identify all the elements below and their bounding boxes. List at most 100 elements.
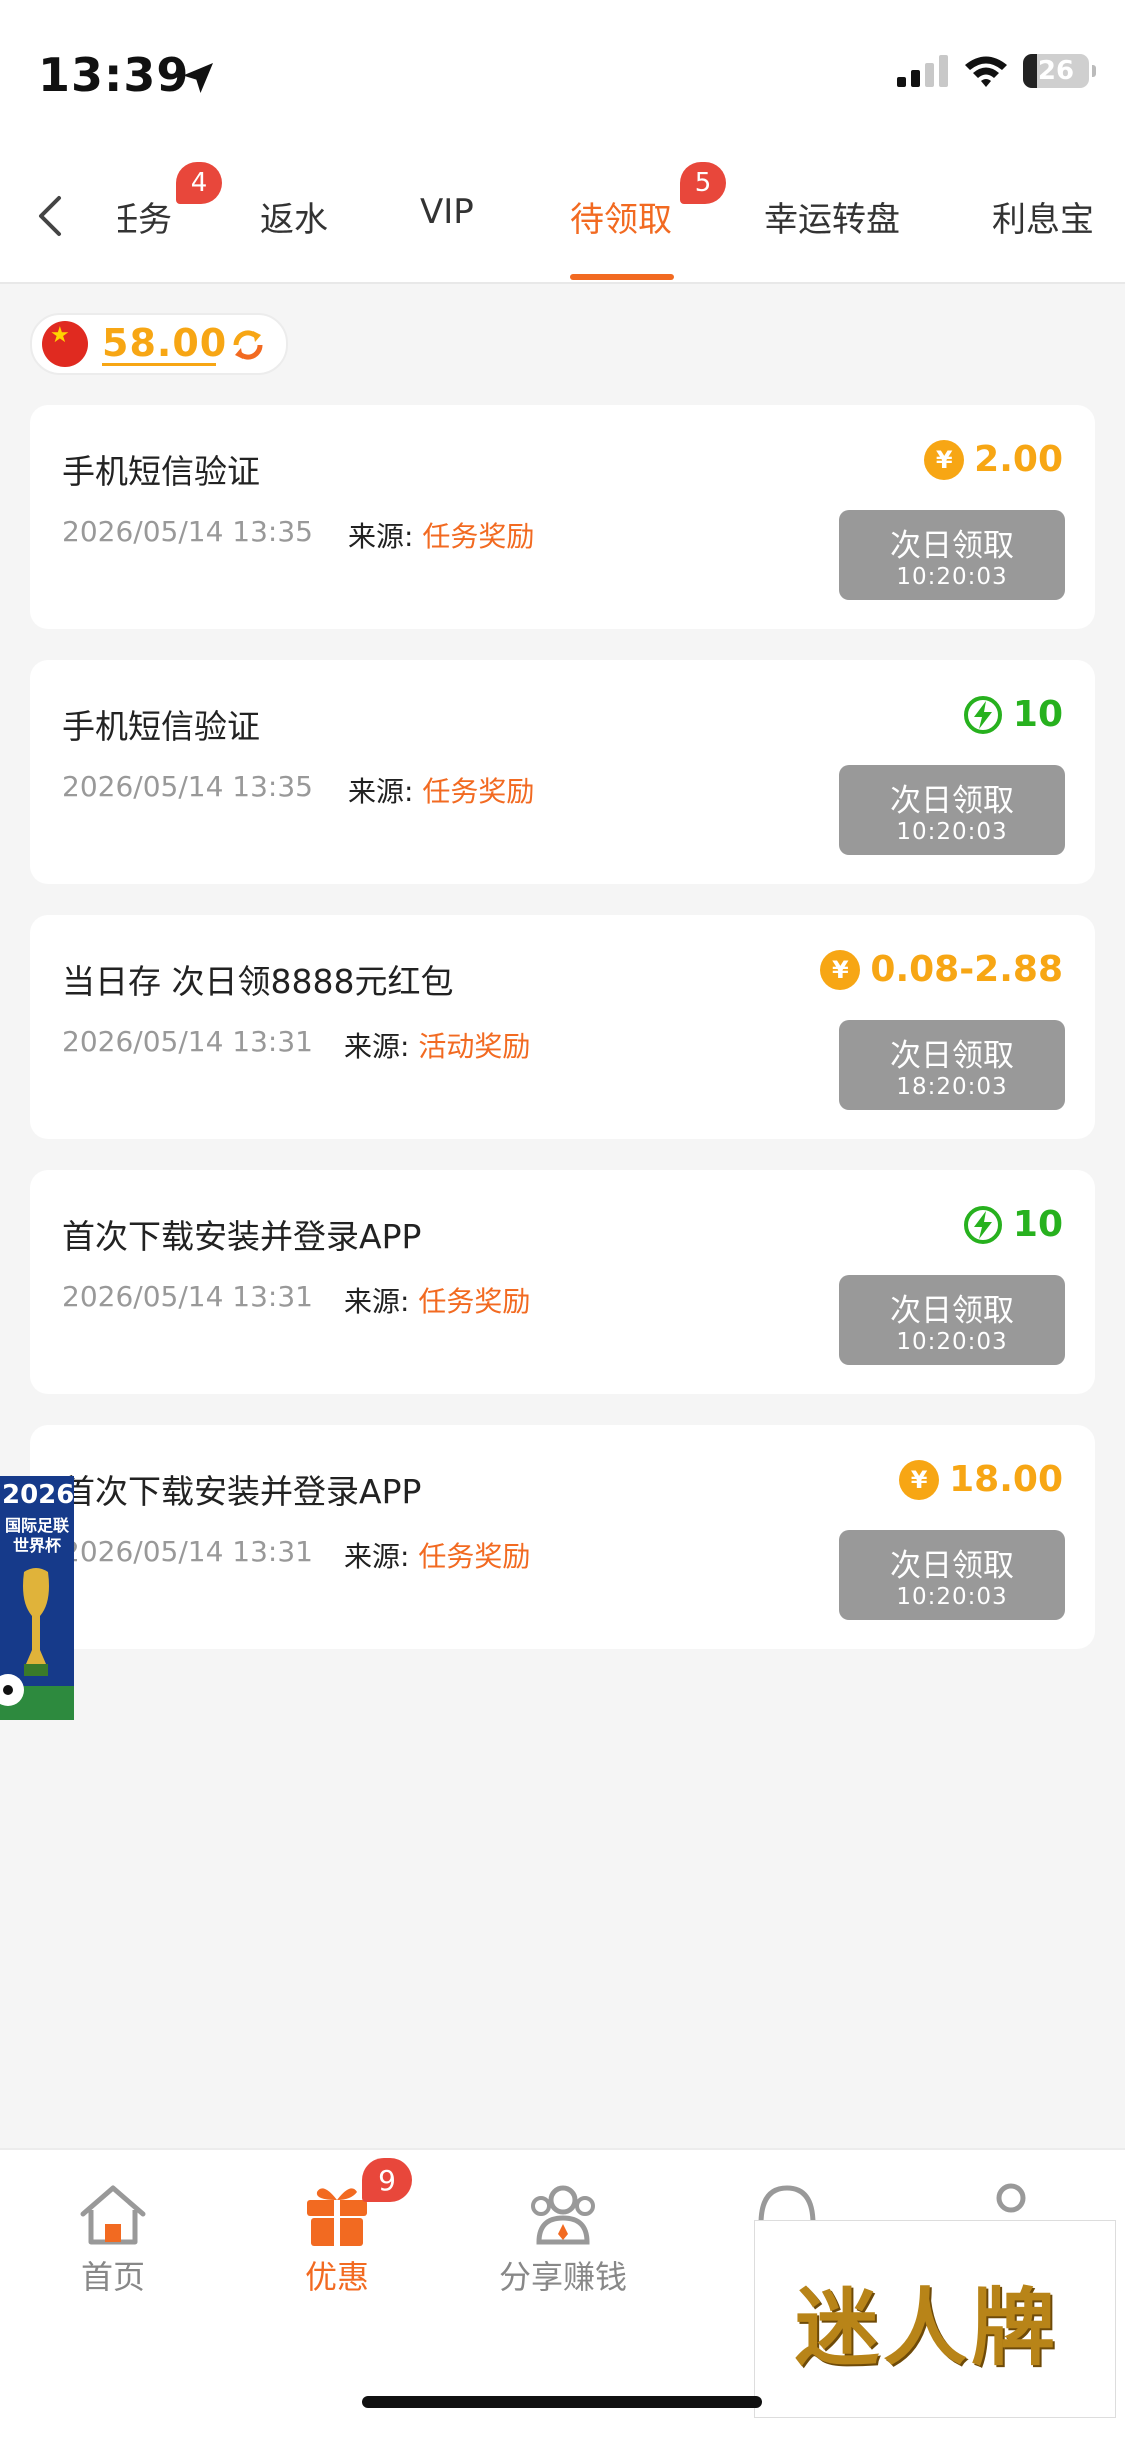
promo-year: 2026 (2, 1480, 74, 1510)
reward-amount: ¥ 0.08-2.88 (820, 949, 1063, 990)
reward-source: 来源: 活动奖励 (344, 1025, 530, 1065)
reward-title: 首次下载安装并登录APP (62, 1472, 422, 1511)
reward-value: 0.08-2.88 (870, 949, 1063, 990)
source-label: 来源: (344, 1540, 410, 1573)
world-cup-promo-banner[interactable]: 2026 国际足联世界杯 (0, 1476, 74, 1720)
reward-amount: 10 (963, 1204, 1063, 1245)
refresh-icon[interactable] (226, 323, 270, 367)
source-label: 来源: (344, 1285, 410, 1318)
source-label: 来源: (348, 520, 414, 553)
claim-label: 次日领取 (890, 1548, 1014, 1584)
reward-value: 10 (1012, 694, 1063, 735)
share-people-icon (531, 2185, 595, 2245)
claim-countdown: 10:20:03 (896, 819, 1008, 845)
nav-home-label: 首页 (80, 2258, 145, 2296)
balance-pill: ★ 58.00 (30, 313, 288, 375)
reward-title: 首次下载安装并登录APP (62, 1217, 422, 1256)
back-button[interactable] (20, 186, 80, 246)
reward-title: 手机短信验证 (62, 707, 260, 746)
source-value: 任务奖励 (418, 1285, 531, 1318)
tab-tasks-badge: 4 (176, 162, 222, 204)
balance-underline (102, 363, 216, 366)
tab-vip[interactable]: VIP (420, 192, 474, 232)
claim-next-day-button[interactable]: 次日领取 10:20:03 (839, 1530, 1065, 1620)
reward-date: 2026/05/14 13:35 (62, 515, 313, 548)
tab-rebate[interactable]: 返水 (260, 192, 328, 241)
reward-date: 2026/05/14 13:31 (62, 1025, 313, 1058)
pending-reward-card: 首次下载安装并登录APP 2026/05/14 13:31 来源: 任务奖励 1… (30, 1170, 1095, 1394)
chevron-left-icon (39, 196, 61, 236)
soccer-ball-icon (0, 1674, 24, 1706)
balance-amount: 58.00 (102, 321, 228, 365)
promo-subtitle: 国际足联世界杯 (4, 1516, 69, 1555)
ad-brand-text: 迷人牌 (795, 2278, 1060, 2377)
lightning-icon (963, 695, 1002, 734)
reward-value: 18.00 (949, 1459, 1063, 1500)
reward-date: 2026/05/14 13:31 (62, 1280, 313, 1313)
pending-reward-card: 手机短信验证 2026/05/14 13:35 来源: 任务奖励 ¥ 2.00 … (30, 405, 1095, 629)
tab-pending[interactable]: 待领取 (570, 192, 672, 241)
reward-source: 来源: 任务奖励 (348, 515, 534, 555)
claim-label: 次日领取 (890, 528, 1014, 564)
reward-title: 当日存 次日领8888元红包 (62, 962, 454, 1001)
trophy-icon (23, 1568, 49, 1676)
source-label: 来源: (348, 775, 414, 808)
reward-date: 2026/05/14 13:31 (62, 1535, 313, 1568)
nav-promotions-label: 优惠 (304, 2258, 369, 2296)
pending-reward-card: 手机短信验证 2026/05/14 13:35 来源: 任务奖励 10 次日领取… (30, 660, 1095, 884)
nav-share-earn[interactable]: 分享赚钱 (478, 2180, 648, 2298)
source-value: 任务奖励 (422, 520, 535, 553)
claim-next-day-button[interactable]: 次日领取 10:20:03 (839, 765, 1065, 855)
claim-countdown: 10:20:03 (896, 564, 1008, 590)
nav-share-earn-label: 分享赚钱 (498, 2258, 627, 2296)
active-tab-indicator (570, 274, 674, 280)
reward-source: 来源: 任务奖励 (344, 1535, 530, 1575)
yuan-coin-icon: ¥ (899, 1459, 940, 1500)
claim-label: 次日领取 (890, 1038, 1014, 1074)
reward-amount: 10 (963, 694, 1063, 735)
category-tab-bar: 任务 4 返水 VIP 待领取 5 幸运转盘 利息宝 (0, 150, 1125, 284)
claim-countdown: 10:20:03 (896, 1584, 1008, 1610)
battery-indicator: 26 (1023, 54, 1096, 88)
wifi-icon (965, 56, 1007, 87)
source-value: 活动奖励 (418, 1030, 531, 1063)
home-icon (80, 2185, 146, 2245)
source-value: 任务奖励 (418, 1540, 531, 1573)
claim-next-day-button[interactable]: 次日领取 18:20:03 (839, 1020, 1065, 1110)
reward-date: 2026/05/14 13:35 (62, 770, 313, 803)
claim-next-day-button[interactable]: 次日领取 10:20:03 (839, 510, 1065, 600)
tab-lucky-wheel[interactable]: 幸运转盘 (764, 192, 900, 241)
reward-amount: ¥ 18.00 (899, 1459, 1063, 1500)
lightning-icon (963, 1205, 1002, 1244)
cellular-signal-icon (897, 55, 948, 87)
reward-title: 手机短信验证 (62, 452, 260, 491)
reward-amount: ¥ 2.00 (924, 439, 1063, 480)
yuan-coin-icon: ¥ (924, 439, 965, 480)
claim-next-day-button[interactable]: 次日领取 10:20:03 (839, 1275, 1065, 1365)
china-flag-icon: ★ (42, 321, 88, 367)
status-time: 13:39 (38, 48, 190, 102)
yuan-coin-icon: ¥ (820, 949, 861, 990)
reward-source: 来源: 任务奖励 (348, 770, 534, 810)
pending-reward-card: 当日存 次日领8888元红包 2026/05/14 13:31 来源: 活动奖励… (30, 915, 1095, 1139)
reward-source: 来源: 任务奖励 (344, 1280, 530, 1320)
claim-countdown: 18:20:03 (896, 1074, 1008, 1100)
pending-reward-card: 首次下载安装并登录APP 2026/05/14 13:31 来源: 任务奖励 ¥… (30, 1425, 1095, 1649)
battery-level: 26 (1037, 56, 1075, 86)
status-indicators: 26 (897, 54, 1096, 88)
tab-tasks[interactable]: 任务 (118, 192, 172, 241)
brand-ad-overlay[interactable]: 迷人牌 (754, 2220, 1116, 2418)
reward-value: 2.00 (974, 439, 1063, 480)
location-arrow-icon (183, 63, 213, 93)
reward-value: 10 (1012, 1204, 1063, 1245)
tab-pending-badge: 5 (680, 162, 726, 204)
claim-label: 次日领取 (890, 1293, 1014, 1329)
source-label: 来源: (344, 1030, 410, 1063)
claim-label: 次日领取 (890, 783, 1014, 819)
tab-interest[interactable]: 利息宝 (992, 192, 1094, 241)
nav-promotions-badge: 9 (362, 2158, 412, 2202)
claim-countdown: 10:20:03 (896, 1329, 1008, 1355)
home-indicator (362, 2396, 762, 2408)
status-bar: 13:39 26 (0, 0, 1125, 150)
nav-home[interactable]: 首页 (28, 2180, 198, 2298)
